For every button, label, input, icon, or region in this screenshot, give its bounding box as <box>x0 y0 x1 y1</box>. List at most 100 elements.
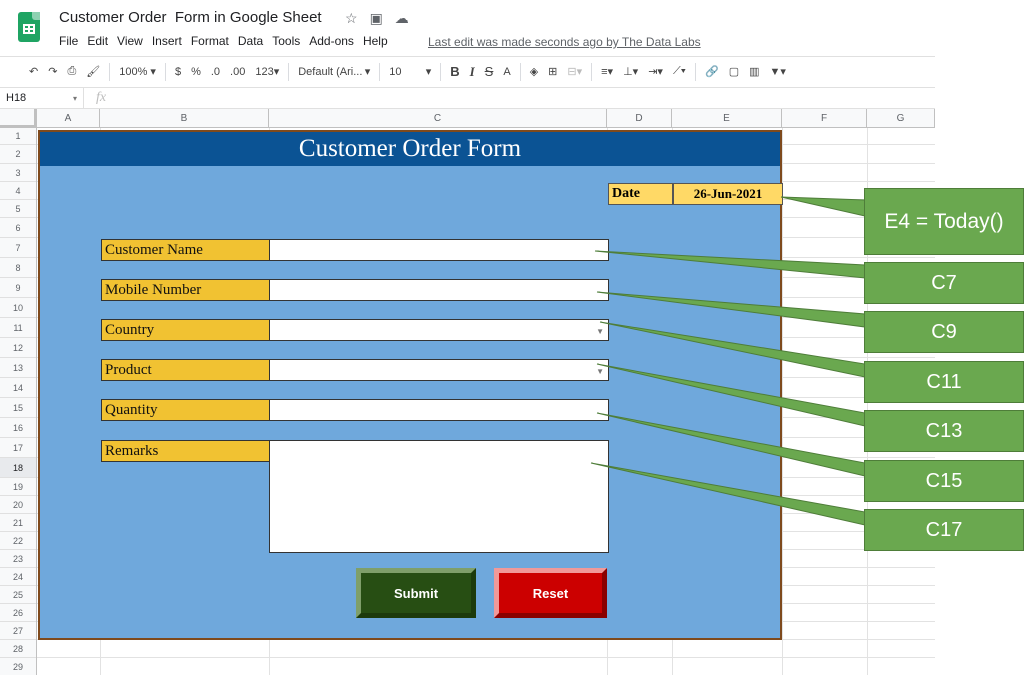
menu-tools[interactable]: Tools <box>272 34 300 48</box>
text-color-button[interactable]: A <box>498 61 515 83</box>
remarks-input[interactable] <box>269 440 609 553</box>
font-size-select[interactable]: 10 ▾ <box>384 61 436 83</box>
merge-cells-icon[interactable]: ⊟▾ <box>562 61 587 83</box>
row-header-9[interactable]: 9 <box>0 278 36 298</box>
row-header-24[interactable]: 24 <box>0 568 36 586</box>
row-header-20[interactable]: 20 <box>0 496 36 514</box>
last-edit-link[interactable]: Last edit was made seconds ago by The Da… <box>428 35 701 49</box>
strikethrough-button[interactable]: S <box>480 61 499 83</box>
column-header-b[interactable]: B <box>100 109 269 128</box>
submit-button[interactable]: Submit <box>356 568 476 618</box>
row-header-22[interactable]: 22 <box>0 532 36 550</box>
text-wrap-icon[interactable]: ⇥▾ <box>643 61 668 83</box>
borders-icon[interactable]: ⊞ <box>543 61 562 83</box>
grid-column-line <box>782 128 783 675</box>
row-header-27[interactable]: 27 <box>0 622 36 640</box>
customer-name-input[interactable] <box>269 239 609 261</box>
callout-c9: C9 <box>864 311 1024 353</box>
toolbar-divider <box>695 62 697 81</box>
document-title[interactable]: Customer Order Form in Google Sheet <box>59 9 322 26</box>
row-header-10[interactable]: 10 <box>0 298 36 318</box>
font-select[interactable]: Default (Ari... ▾ <box>293 61 375 83</box>
row-header-2[interactable]: 2 <box>0 145 36 164</box>
column-header-g[interactable]: G <box>867 109 935 128</box>
decrease-decimal-button[interactable]: .0 <box>206 61 225 83</box>
menu-insert[interactable]: Insert <box>152 34 182 48</box>
country-dropdown[interactable]: ▼ <box>269 319 609 341</box>
zoom-select[interactable]: 100% ▾ <box>114 61 161 83</box>
row-header-26[interactable]: 26 <box>0 604 36 622</box>
row-header-3[interactable]: 3 <box>0 164 36 182</box>
row-header-13[interactable]: 13 <box>0 358 36 378</box>
row-header-4[interactable]: 4 <box>0 182 36 200</box>
column-header-f[interactable]: F <box>782 109 867 128</box>
sheets-logo-icon[interactable] <box>18 12 40 42</box>
column-header-d[interactable]: D <box>607 109 672 128</box>
row-header-1[interactable]: 1 <box>0 128 36 145</box>
chevron-down-icon: ▼ <box>596 327 604 336</box>
column-header-c[interactable]: C <box>269 109 607 128</box>
menu-addons[interactable]: Add-ons <box>309 34 354 48</box>
menu-format[interactable]: Format <box>191 34 229 48</box>
row-header-6[interactable]: 6 <box>0 218 36 238</box>
row-header-29[interactable]: 29 <box>0 658 36 675</box>
product-dropdown[interactable]: ▼ <box>269 359 609 381</box>
select-all-corner[interactable] <box>0 109 37 128</box>
font-value: Default (Ari... <box>298 65 363 78</box>
quantity-input[interactable] <box>269 399 609 421</box>
cloud-status-icon[interactable]: ☁ <box>395 10 409 27</box>
horizontal-align-icon[interactable]: ≡▾ <box>596 61 618 83</box>
product-label: Product <box>101 359 270 381</box>
filter-icon[interactable]: ▼▾ <box>765 61 791 83</box>
menu-edit[interactable]: Edit <box>87 34 108 48</box>
row-header-19[interactable]: 19 <box>0 478 36 496</box>
row-header-12[interactable]: 12 <box>0 338 36 358</box>
screenshot-root: Customer Order Form in Google Sheet ☆ ▣ … <box>0 0 1024 675</box>
fill-color-icon[interactable]: ◈ <box>525 61 543 83</box>
menu-view[interactable]: View <box>117 34 143 48</box>
formula-input[interactable] <box>106 88 935 108</box>
increase-decimal-button[interactable]: .00 <box>225 61 250 83</box>
row-header-21[interactable]: 21 <box>0 514 36 532</box>
percent-format-button[interactable]: % <box>186 61 206 83</box>
currency-format-button[interactable]: $ <box>170 61 186 83</box>
row-header-5[interactable]: 5 <box>0 200 36 218</box>
toolbar-divider <box>440 62 442 81</box>
row-header-14[interactable]: 14 <box>0 378 36 398</box>
italic-button[interactable]: I <box>465 61 480 83</box>
menu-file[interactable]: File <box>59 34 78 48</box>
insert-comment-icon[interactable]: ▢ <box>724 61 744 83</box>
row-header-7[interactable]: 7 <box>0 238 36 258</box>
undo-icon[interactable]: ↶ <box>24 61 43 83</box>
mobile-number-input[interactable] <box>269 279 609 301</box>
date-label: Date <box>608 183 673 205</box>
redo-icon[interactable]: ↷ <box>43 61 62 83</box>
name-box[interactable]: H18 ▾ <box>0 88 84 108</box>
number-format-select[interactable]: 123 ▾ <box>250 61 284 83</box>
text-rotation-icon[interactable]: ⟋▾ <box>668 61 691 83</box>
star-icon[interactable]: ☆ <box>345 10 358 27</box>
insert-link-icon[interactable]: 🔗 <box>700 61 724 83</box>
row-header-11[interactable]: 11 <box>0 318 36 338</box>
menu-help[interactable]: Help <box>363 34 388 48</box>
bold-button[interactable]: B <box>445 61 464 83</box>
formula-bar: H18 ▾ fx <box>0 87 935 109</box>
row-header-17[interactable]: 17 <box>0 438 36 458</box>
insert-chart-icon[interactable]: ▥ <box>744 61 764 83</box>
row-header-18[interactable]: 18 <box>0 458 36 478</box>
column-header-e[interactable]: E <box>672 109 782 128</box>
row-header-23[interactable]: 23 <box>0 550 36 568</box>
vertical-align-icon[interactable]: ⊥▾ <box>618 61 643 83</box>
row-header-15[interactable]: 15 <box>0 398 36 418</box>
reset-button[interactable]: Reset <box>494 568 607 618</box>
title-actions: ☆ ▣ ☁ <box>345 10 409 27</box>
paint-format-icon[interactable]: 🖌 <box>81 61 105 83</box>
column-header-a[interactable]: A <box>37 109 100 128</box>
row-header-28[interactable]: 28 <box>0 640 36 658</box>
row-header-25[interactable]: 25 <box>0 586 36 604</box>
menu-data[interactable]: Data <box>238 34 263 48</box>
row-header-8[interactable]: 8 <box>0 258 36 278</box>
print-icon[interactable]: ⎙ <box>62 61 81 83</box>
move-folder-icon[interactable]: ▣ <box>370 10 383 27</box>
row-header-16[interactable]: 16 <box>0 418 36 438</box>
